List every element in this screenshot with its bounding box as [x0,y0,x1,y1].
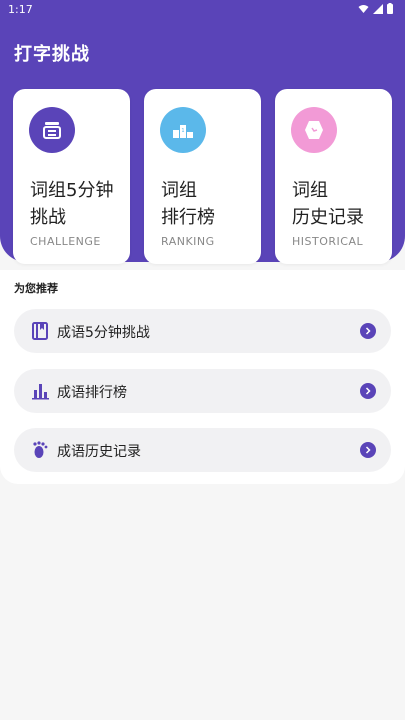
recommend-item-idiom-ranking[interactable]: 成语排行榜 [14,369,391,413]
recommend-item-label: 成语排行榜 [57,385,127,401]
recommend-item-idiom-challenge[interactable]: 成语5分钟挑战 [14,309,391,353]
chevron-right-icon [360,442,376,458]
page-title: 打字挑战 [14,44,90,65]
chevron-right-icon [360,383,376,399]
recommend-item-label: 成语5分钟挑战 [57,325,150,341]
bar-chart-icon [32,384,49,400]
book-icon [32,322,48,340]
podium-icon: 1 [160,107,206,153]
section-label: 为您推荐 [14,282,58,295]
wifi-icon [358,4,369,13]
scale-icon [29,107,75,153]
card-subtitle: HISTORICAL [292,235,364,248]
chevron-right-icon [360,323,376,339]
svg-text:1: 1 [181,128,184,134]
clock-icon [291,107,337,153]
signal-icon [373,3,383,14]
battery-icon [387,3,393,14]
status-bar: 1:17 [0,0,405,20]
card-title: 词组 历史记录 [292,180,364,228]
footprint-icon [33,441,48,458]
recommend-item-idiom-history[interactable]: 成语历史记录 [14,428,391,472]
card-subtitle: RANKING [161,235,215,248]
status-icons [358,3,393,14]
home-bar [0,712,405,720]
status-time: 1:17 [8,3,33,16]
card-title: 词组5分钟 挑战 [30,180,114,228]
card-challenge[interactable]: 词组5分钟 挑战 CHALLENGE [13,89,130,264]
card-subtitle: CHALLENGE [30,235,101,248]
feature-cards: 词组5分钟 挑战 CHALLENGE 1 词组 排行榜 RANKING 词组 历… [13,89,392,264]
card-history[interactable]: 词组 历史记录 HISTORICAL [275,89,392,264]
card-ranking[interactable]: 1 词组 排行榜 RANKING [144,89,261,264]
card-title: 词组 排行榜 [161,180,215,228]
recommend-item-label: 成语历史记录 [57,444,141,460]
